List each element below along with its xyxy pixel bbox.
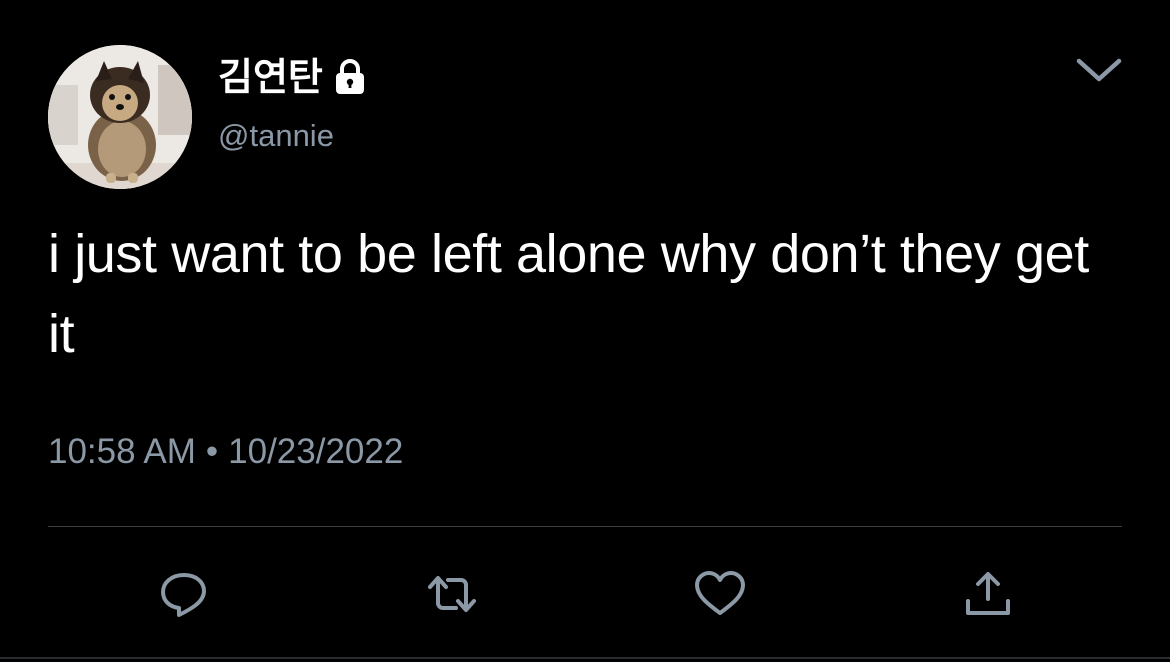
divider [48,526,1122,527]
avatar[interactable] [48,45,192,189]
user-handle[interactable]: @tannie [218,116,334,156]
display-name[interactable]: 김연탄 [218,52,323,102]
lock-icon [333,57,367,97]
reply-icon [161,573,206,617]
tweet-text: i just want to be left alone why don’t t… [48,224,1089,364]
tweet-date: 10/23/2022 [228,432,404,471]
tweet-card: 김연탄 @tannie i just want to be left alone… [0,0,1170,662]
bottom-border [0,657,1170,659]
reply-button[interactable] [156,568,212,620]
heart-icon [695,571,745,615]
tweet-time: 10:58 AM [48,432,196,471]
chevron-down-icon[interactable] [1074,52,1124,88]
display-name-row: 김연탄 [218,52,367,102]
share-button[interactable] [960,568,1016,620]
retweet-icon [428,576,476,612]
like-button[interactable] [692,568,748,620]
tweet-timestamp[interactable]: 10:58 AM • 10/23/2022 [48,430,403,474]
meta-separator: • [205,432,219,471]
retweet-button[interactable] [424,568,480,620]
avatar-dog-photo [48,45,192,189]
share-icon [966,572,1010,615]
